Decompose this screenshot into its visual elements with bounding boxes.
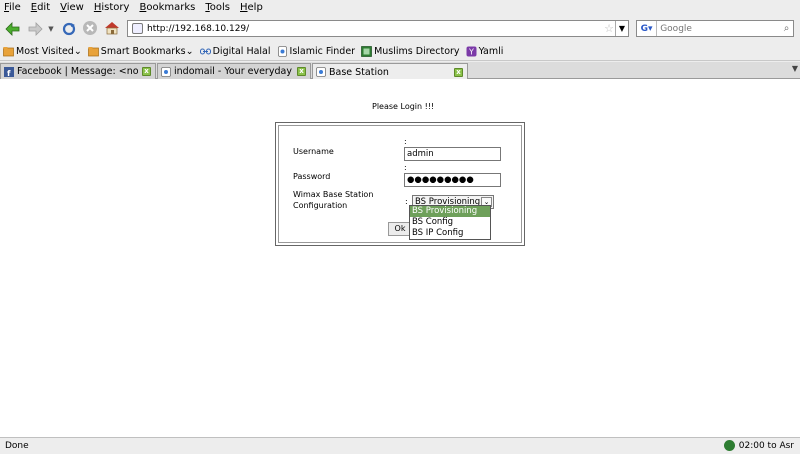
search-bar[interactable]: G▾ ⌕ xyxy=(636,20,794,37)
password-label: Password xyxy=(293,172,331,181)
reload-button[interactable] xyxy=(60,20,78,38)
menu-view[interactable]: View xyxy=(60,2,84,13)
bookmark-smart-bookmarks[interactable]: Smart Bookmarks ⌄ xyxy=(87,45,194,57)
home-icon xyxy=(105,22,119,35)
status-bar: Done 02:00 to Asr xyxy=(0,437,800,454)
username-input[interactable] xyxy=(404,147,501,161)
status-text: Done xyxy=(5,441,29,451)
mosque-icon xyxy=(723,440,735,451)
prayer-time-indicator[interactable]: 02:00 to Asr xyxy=(723,440,794,451)
tab-close-icon[interactable]: x xyxy=(142,67,151,76)
back-button[interactable] xyxy=(4,20,22,38)
page-icon xyxy=(316,67,326,77)
page-icon xyxy=(277,45,287,57)
facebook-icon: f xyxy=(4,66,14,77)
forward-button[interactable] xyxy=(26,20,44,38)
bookmark-islamic-finder[interactable]: Islamic Finder xyxy=(277,45,355,57)
page-content: Please Login !!! Username : Password : W… xyxy=(0,79,800,437)
page-title: Please Login !!! xyxy=(372,102,435,111)
menu-tools[interactable]: Tools xyxy=(205,2,230,13)
tab-list-icon[interactable]: ▼ xyxy=(792,64,798,73)
folder-icon xyxy=(3,46,14,56)
menu-file[interactable]: File xyxy=(4,2,21,13)
google-engine-icon[interactable]: G▾ xyxy=(637,21,658,36)
prayer-time-text: 02:00 to Asr xyxy=(738,440,794,451)
back-arrow-icon xyxy=(5,22,20,36)
bookmarks-toolbar: Most Visited ⌄ Smart Bookmarks ⌄ Digital H… xyxy=(0,42,800,61)
option-bs-config[interactable]: BS Config xyxy=(410,217,490,228)
username-colon: : xyxy=(404,137,407,146)
menu-help[interactable]: Help xyxy=(240,2,263,13)
bookmark-star-icon[interactable]: ☆ xyxy=(603,22,615,35)
bookmark-yamli[interactable]: Y Yamli xyxy=(466,46,503,57)
option-bs-ip-config[interactable]: BS IP Config xyxy=(410,228,490,239)
tab-bar: f Facebook | Message: <no su... x indoma… xyxy=(0,62,800,80)
menu-history[interactable]: History xyxy=(94,2,130,13)
search-icon[interactable]: ⌕ xyxy=(780,23,793,34)
bookmark-digital-halal[interactable]: Digital Halal xyxy=(199,46,271,57)
search-input[interactable] xyxy=(657,23,781,34)
svg-text:f: f xyxy=(7,69,11,77)
reload-icon xyxy=(62,22,76,36)
menu-edit[interactable]: Edit xyxy=(31,2,50,13)
menu-bookmarks[interactable]: Bookmarks xyxy=(139,2,195,13)
page-icon xyxy=(161,66,171,77)
bookmark-muslims-directory[interactable]: Muslims Directory xyxy=(361,45,460,57)
option-bs-provisioning[interactable]: BS Provisioning xyxy=(410,206,490,217)
bookmark-most-visited[interactable]: Most Visited ⌄ xyxy=(3,46,82,57)
config-label-line2: Configuration xyxy=(293,201,348,210)
config-colon: : xyxy=(405,197,408,206)
password-input[interactable] xyxy=(404,173,501,187)
svg-text:Y: Y xyxy=(468,47,474,56)
username-label: Username xyxy=(293,147,334,156)
tab-close-icon[interactable]: x xyxy=(297,67,306,76)
site-identity-icon[interactable] xyxy=(132,23,143,34)
forward-arrow-icon xyxy=(28,22,43,36)
menu-bar: File Edit View History Bookmarks Tools H… xyxy=(0,0,800,15)
link-icon xyxy=(199,48,211,54)
password-colon: : xyxy=(404,163,407,172)
home-button[interactable] xyxy=(103,19,121,37)
url-dropdown-icon[interactable]: ▼ xyxy=(615,21,628,36)
history-dropdown-icon[interactable]: ▼ xyxy=(46,23,56,35)
url-input[interactable] xyxy=(147,23,603,34)
address-bar[interactable]: ☆ ▼ xyxy=(127,20,629,37)
tab-base-station[interactable]: Base Station x xyxy=(312,63,468,80)
directory-icon xyxy=(361,45,372,57)
configuration-options-list: BS Provisioning BS Config BS IP Config xyxy=(409,205,491,240)
stop-button[interactable] xyxy=(81,19,99,37)
tab-indomail[interactable]: indomail - Your everyday e-... x xyxy=(157,63,311,79)
chevron-down-icon: ⌄ xyxy=(73,45,82,57)
navigation-toolbar: ▼ ☆ ▼ G▾ ⌕ xyxy=(0,15,800,42)
stop-icon xyxy=(83,21,97,35)
config-label-line1: Wimax Base Station xyxy=(293,190,374,199)
yamli-icon: Y xyxy=(466,46,477,56)
tab-close-icon[interactable]: x xyxy=(454,67,463,77)
chevron-down-icon: ⌄ xyxy=(185,45,194,57)
tab-facebook[interactable]: f Facebook | Message: <no su... x xyxy=(0,63,156,79)
folder-icon xyxy=(87,46,99,56)
